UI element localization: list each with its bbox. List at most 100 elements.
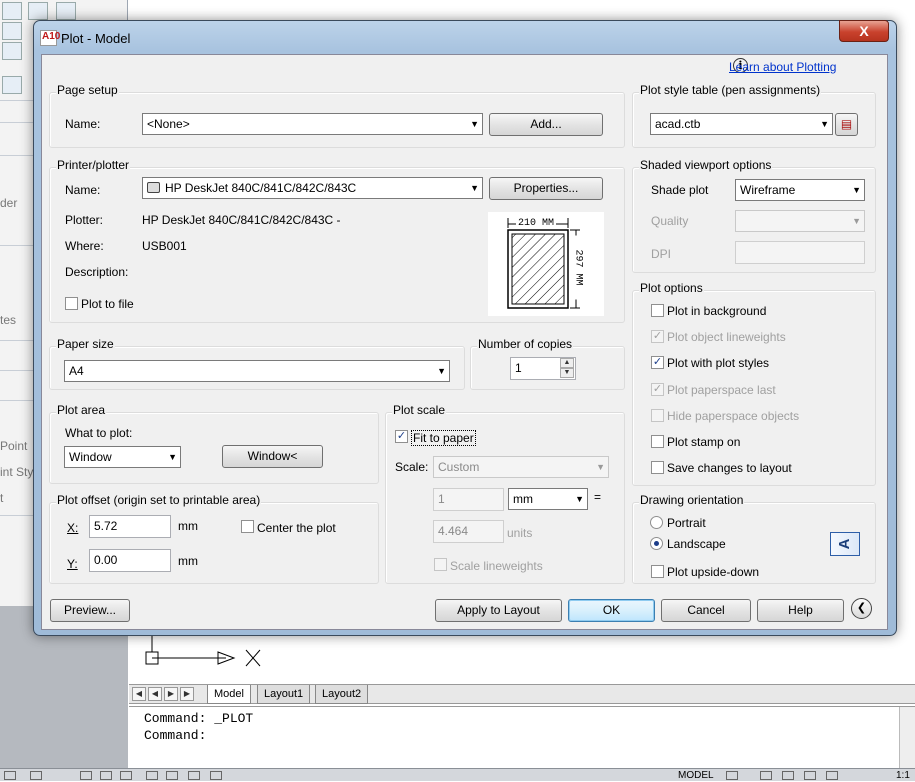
printer-name-dropdown[interactable]: HP DeskJet 840C/841C/842C/843C ▼ — [142, 177, 483, 199]
plot-upside-down-checkbox[interactable] — [651, 565, 664, 578]
help-button[interactable]: Help — [757, 599, 844, 622]
scale-drawing-units-input[interactable]: 4.464 — [433, 520, 504, 543]
close-button[interactable]: X — [839, 20, 889, 42]
what-to-plot-dropdown[interactable]: Window ▼ — [64, 446, 181, 468]
page-setup-name-dropdown[interactable]: <None> ▼ — [142, 113, 483, 135]
preview-button[interactable]: Preview... — [50, 599, 130, 622]
osnap-icon[interactable] — [120, 771, 132, 780]
first-tab-icon[interactable]: ◀ — [132, 687, 146, 701]
command-history-line: Command: _PLOT — [144, 711, 254, 726]
y-offset-unit: mm — [178, 554, 198, 568]
plot-scale-title: Plot scale — [392, 403, 447, 417]
plot-option-checkbox[interactable] — [651, 435, 664, 448]
plot-option-checkbox[interactable] — [651, 409, 664, 422]
fit-to-paper-checkbox[interactable]: ✓ — [395, 430, 408, 443]
plot-area-title: Plot area — [56, 403, 107, 417]
scale-lineweights-checkbox[interactable] — [434, 558, 447, 571]
plot-upside-down-label: Plot upside-down — [667, 565, 760, 579]
paper-preview: 210 MM 297 MM — [488, 212, 604, 316]
annotation-scale[interactable]: 1:1 — [896, 769, 910, 782]
command-scrollbar[interactable] — [899, 707, 915, 769]
dpi-input[interactable] — [735, 241, 865, 264]
polyline-tool-icon[interactable] — [28, 2, 48, 20]
ok-button[interactable]: OK — [568, 599, 655, 622]
ducs-icon[interactable] — [166, 771, 178, 780]
layout-tab-bar: ◀ ◀ ▶ ▶ Model Layout1 Layout2 — [129, 684, 915, 704]
drawing-orientation-title: Drawing orientation — [639, 493, 745, 507]
shade-plot-label: Shade plot — [651, 183, 709, 197]
tab-layout1[interactable]: Layout1 — [257, 685, 311, 704]
x-offset-input[interactable]: 5.72 — [89, 515, 171, 538]
snap-icon[interactable] — [4, 771, 16, 780]
plot-option-checkbox[interactable]: ✓ — [651, 330, 664, 343]
apply-to-layout-button[interactable]: Apply to Layout — [435, 599, 562, 622]
command-prompt-line[interactable]: Command: — [144, 728, 206, 743]
paper-size-title: Paper size — [56, 337, 115, 351]
add-page-setup-button[interactable]: Add... — [489, 113, 603, 136]
cancel-button[interactable]: Cancel — [661, 599, 751, 622]
plot-option-label: Plot paperspace last — [667, 383, 776, 397]
x-offset-label: X: — [67, 521, 79, 535]
autocad-app-icon: A10 — [40, 30, 60, 47]
paper-width-label: 210 MM — [516, 218, 557, 229]
center-plot-checkbox[interactable] — [241, 520, 254, 533]
scale-unit-dropdown[interactable]: mm ▼ — [508, 488, 588, 510]
quality-dropdown[interactable]: ▼ — [735, 210, 865, 232]
portrait-label: Portrait — [667, 516, 706, 530]
line-tool-icon[interactable] — [2, 2, 22, 20]
quality-label: Quality — [651, 214, 689, 228]
printer-plotter-title: Printer/plotter — [56, 158, 131, 172]
spin-up-icon[interactable]: ▲ — [560, 358, 574, 368]
plotter-value: HP DeskJet 840C/841C/842C/843C - — [142, 213, 341, 227]
quick-view-icon[interactable] — [726, 771, 738, 780]
scale-paper-units-input[interactable]: 1 — [433, 488, 504, 511]
plot-option-label: Plot object lineweights — [667, 330, 786, 344]
dyn-icon[interactable] — [188, 771, 200, 780]
printer-properties-button[interactable]: Properties... — [489, 177, 603, 200]
chevron-down-icon: ▼ — [575, 494, 584, 504]
shade-plot-dropdown[interactable]: Wireframe ▼ — [735, 179, 865, 201]
portrait-radio[interactable] — [650, 516, 663, 529]
plot-to-file-checkbox[interactable] — [65, 297, 78, 310]
last-tab-icon[interactable]: ▶ — [180, 687, 194, 701]
steering-wheel-icon[interactable] — [804, 771, 816, 780]
plot-option-checkbox[interactable] — [651, 304, 664, 317]
scale-equals-sign: = — [594, 490, 602, 504]
y-offset-input[interactable]: 0.00 — [89, 549, 171, 572]
plot-option-checkbox[interactable]: ✓ — [651, 383, 664, 396]
plot-style-table-dropdown[interactable]: acad.ctb ▼ — [650, 113, 833, 135]
prev-tab-icon[interactable]: ◀ — [148, 687, 162, 701]
chevron-down-icon: ▼ — [596, 462, 605, 472]
command-window[interactable]: Command: _PLOT Command: — [129, 706, 915, 769]
model-space-indicator[interactable]: MODEL — [678, 769, 714, 782]
learn-about-plotting-link[interactable]: Learn about Plotting — [729, 60, 836, 74]
edit-plot-style-button[interactable]: ▤ — [835, 113, 858, 136]
landscape-radio[interactable] — [650, 537, 663, 550]
layer-properties-icon[interactable] — [2, 76, 22, 94]
collapse-options-icon[interactable]: ❮ — [851, 598, 872, 619]
spin-down-icon[interactable]: ▼ — [560, 368, 574, 378]
paper-size-dropdown[interactable]: A4 ▼ — [64, 360, 450, 382]
arc-tool-icon[interactable] — [2, 42, 22, 60]
tab-layout2[interactable]: Layout2 — [315, 685, 369, 704]
status-bar: MODEL 1:1 — [0, 768, 915, 781]
plot-option-checkbox[interactable] — [651, 461, 664, 474]
copies-input[interactable]: 1 ▲ ▼ — [510, 357, 576, 380]
ortho-icon[interactable] — [80, 771, 92, 780]
showmotion-icon[interactable] — [826, 771, 838, 780]
plot-option-checkbox[interactable]: ✓ — [651, 356, 664, 369]
next-tab-icon[interactable]: ▶ — [164, 687, 178, 701]
pan-icon[interactable] — [760, 771, 772, 780]
move-tool-icon[interactable] — [56, 2, 76, 20]
scale-dropdown[interactable]: Custom ▼ — [433, 456, 609, 478]
construction-line-icon[interactable] — [2, 22, 22, 40]
plotter-label: Plotter: — [65, 213, 104, 227]
otrack-icon[interactable] — [146, 771, 158, 780]
grid-icon[interactable] — [30, 771, 42, 780]
x-offset-unit: mm — [178, 519, 198, 533]
tab-model[interactable]: Model — [207, 685, 251, 704]
lineweight-icon[interactable] — [210, 771, 222, 780]
polar-icon[interactable] — [100, 771, 112, 780]
window-pick-button[interactable]: Window< — [222, 445, 323, 468]
zoom-icon[interactable] — [782, 771, 794, 780]
